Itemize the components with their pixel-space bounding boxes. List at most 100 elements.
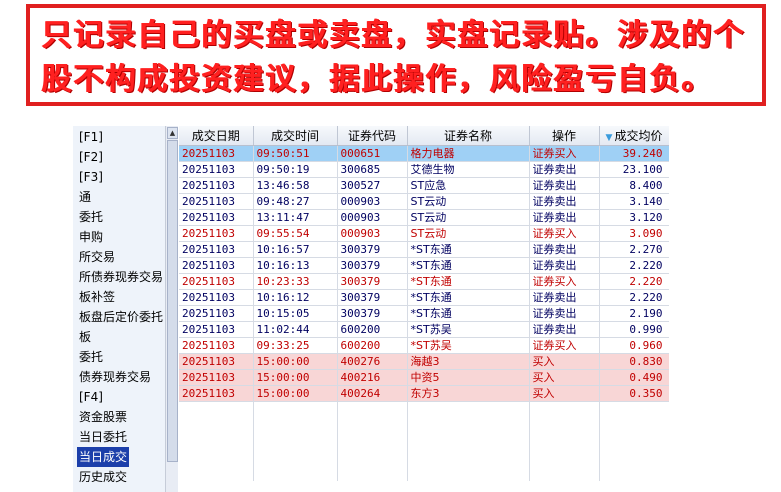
tree-item[interactable]: 当日委托 — [77, 427, 129, 447]
empty-cell — [179, 449, 254, 465]
cell-time: 15:00:00 — [253, 353, 338, 370]
table-row[interactable]: 20251103 09:50:51 000651 格力电器 证券买入 39.240 — [179, 145, 669, 162]
tree-item[interactable]: 板 — [77, 327, 93, 347]
cell-name: 中资5 — [407, 369, 530, 386]
trade-table: 成交日期 成交时间 证券代码 证券名称 操作 ▼ 成交均价 20251103 09:… — [179, 126, 669, 492]
empty-cell — [407, 417, 530, 433]
cell-avg-price: 2.220 — [599, 257, 669, 274]
scrollbar-thumb[interactable] — [167, 140, 178, 462]
cell-time: 09:50:19 — [253, 161, 338, 178]
tree-item[interactable]: [F4] — [77, 387, 105, 407]
table-row[interactable]: 20251103 15:00:00 400216 中资5 买入 0.490 — [179, 369, 669, 386]
tree-item[interactable]: 申购 — [77, 227, 105, 247]
column-header-time[interactable]: 成交时间 — [253, 126, 338, 146]
empty-cell — [179, 401, 254, 417]
cell-date: 20251103 — [179, 209, 254, 226]
banner-line-2: 股不构成投资建议，据此操作，风险盈亏自负。 — [42, 62, 714, 97]
cell-name: ST云动 — [407, 209, 530, 226]
tree-scrollbar[interactable]: ▲ — [165, 126, 178, 492]
cell-operation: 证券卖出 — [529, 289, 600, 306]
empty-row — [179, 417, 669, 433]
tree-item[interactable]: 委托 — [77, 347, 105, 367]
table-row[interactable]: 20251103 10:23:33 300379 *ST东通 证券买入 2.220 — [179, 273, 669, 290]
cell-operation: 买入 — [529, 353, 600, 370]
table-row[interactable]: 20251103 10:16:57 300379 *ST东通 证券卖出 2.270 — [179, 241, 669, 258]
table-row[interactable]: 20251103 15:00:00 400276 海越3 买入 0.830 — [179, 353, 669, 370]
tree-item[interactable]: 通 — [77, 187, 93, 207]
cell-code: 300379 — [337, 241, 408, 258]
column-header-code[interactable]: 证券代码 — [337, 126, 408, 146]
table-row[interactable]: 20251103 13:11:47 000903 ST云动 证券卖出 3.120 — [179, 209, 669, 226]
empty-cell — [337, 401, 408, 417]
cell-name: *ST东通 — [407, 257, 530, 274]
scroll-up-arrow-icon[interactable]: ▲ — [167, 127, 178, 139]
tree-item[interactable]: 板盘后定价委托 — [77, 307, 165, 327]
tree-item[interactable]: 当日成交 — [77, 447, 130, 467]
cell-date: 20251103 — [179, 337, 254, 354]
column-header-date[interactable]: 成交日期 — [179, 126, 254, 146]
cell-code: 300379 — [337, 289, 408, 306]
cell-code: 300379 — [337, 305, 408, 322]
table-row[interactable]: 20251103 10:15:05 300379 *ST东通 证券卖出 2.190 — [179, 305, 669, 322]
cell-avg-price: 3.140 — [599, 193, 669, 210]
sort-desc-icon: ▼ — [605, 132, 613, 143]
cell-time: 09:55:54 — [253, 225, 338, 242]
tree-item[interactable]: [F1] — [77, 127, 105, 147]
cell-name: ST云动 — [407, 193, 530, 210]
table-row[interactable]: 20251103 09:50:19 300685 艾德生物 证券卖出 23.100 — [179, 161, 669, 178]
cell-operation: 证券卖出 — [529, 321, 600, 338]
cell-operation: 证券卖出 — [529, 193, 600, 210]
cell-date: 20251103 — [179, 369, 254, 386]
cell-name: *ST东通 — [407, 273, 530, 290]
tree-item[interactable]: 资金股票 — [77, 407, 129, 427]
tree-item[interactable]: [F2] — [77, 147, 105, 167]
column-header-operation[interactable]: 操作 — [529, 126, 600, 146]
cell-date: 20251103 — [179, 257, 254, 274]
tree-item[interactable]: 历史成交 — [77, 467, 129, 487]
table-row[interactable]: 20251103 10:16:12 300379 *ST东通 证券卖出 2.220 — [179, 289, 669, 306]
empty-cell — [253, 417, 338, 433]
cell-code: 000903 — [337, 225, 408, 242]
empty-cell — [529, 417, 600, 433]
cell-time: 10:16:57 — [253, 241, 338, 258]
empty-row — [179, 433, 669, 449]
table-row[interactable]: 20251103 09:48:27 000903 ST云动 证券卖出 3.140 — [179, 193, 669, 210]
cell-operation: 证券买入 — [529, 337, 600, 354]
empty-cell — [337, 449, 408, 465]
empty-cell — [599, 449, 669, 465]
tree-item[interactable]: 所交易 — [77, 247, 117, 267]
cell-time: 13:11:47 — [253, 209, 338, 226]
cell-name: 格力电器 — [407, 145, 530, 162]
column-header-avg-price[interactable]: ▼ 成交均价 — [599, 126, 669, 146]
cell-code: 400264 — [337, 385, 408, 402]
cell-name: 东方3 — [407, 385, 530, 402]
cell-date: 20251103 — [179, 161, 254, 178]
empty-cell — [529, 433, 600, 449]
empty-cell — [599, 433, 669, 449]
column-header-name[interactable]: 证券名称 — [407, 126, 530, 146]
tree-item[interactable]: 委托 — [77, 207, 105, 227]
empty-cell — [407, 401, 530, 417]
table-row[interactable]: 20251103 13:46:58 300527 ST应急 证券卖出 8.400 — [179, 177, 669, 194]
table-row[interactable]: 20251103 09:33:25 600200 *ST苏吴 证券买入 0.960 — [179, 337, 669, 354]
cell-code: 300527 — [337, 177, 408, 194]
empty-cell — [599, 401, 669, 417]
table-row[interactable]: 20251103 11:02:44 600200 *ST苏吴 证券卖出 0.990 — [179, 321, 669, 338]
empty-row — [179, 465, 669, 481]
cell-time: 10:15:05 — [253, 305, 338, 322]
empty-cell — [179, 417, 254, 433]
cell-time: 09:50:51 — [253, 145, 338, 162]
cell-time: 15:00:00 — [253, 385, 338, 402]
empty-cell — [529, 401, 600, 417]
table-header-row: 成交日期 成交时间 证券代码 证券名称 操作 ▼ 成交均价 — [179, 126, 669, 146]
tree-item[interactable]: 债券现券交易 — [77, 367, 153, 387]
tree-item[interactable]: [F3] — [77, 167, 105, 187]
table-row[interactable]: 20251103 15:00:00 400264 东方3 买入 0.350 — [179, 385, 669, 402]
cell-time: 11:02:44 — [253, 321, 338, 338]
tree-item[interactable]: 所债券现券交易 — [77, 267, 165, 287]
tree-item[interactable]: 板补签 — [77, 287, 117, 307]
table-row[interactable]: 20251103 09:55:54 000903 ST云动 证券买入 3.090 — [179, 225, 669, 242]
cell-name: *ST东通 — [407, 305, 530, 322]
table-empty-area — [669, 126, 781, 492]
table-row[interactable]: 20251103 10:16:13 300379 *ST东通 证券卖出 2.220 — [179, 257, 669, 274]
